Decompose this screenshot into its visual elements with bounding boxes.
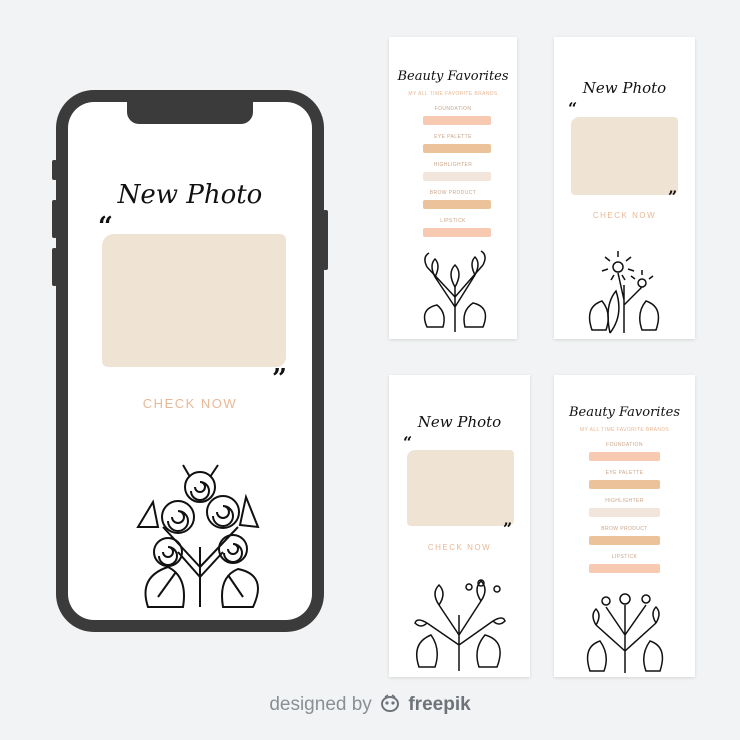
- story-title: New Photo: [417, 413, 502, 431]
- flower-bouquet-illustration: [588, 251, 660, 334]
- photo-placeholder[interactable]: [102, 234, 286, 367]
- item-label-brow-product: BROW PRODUCT: [429, 190, 477, 196]
- item-label-foundation: FOUNDATION: [434, 106, 472, 112]
- item-label-highlighter: HIGHLIGHTER: [605, 498, 644, 504]
- swatch-stroke: [589, 508, 660, 517]
- swatch-stroke: [589, 536, 660, 545]
- close-quote: ”: [503, 519, 513, 538]
- item-label-lipstick: LIPSTICK: [440, 218, 466, 224]
- swatch-stroke: [589, 452, 660, 461]
- open-quote: “: [403, 433, 413, 452]
- photo-placeholder[interactable]: [571, 117, 678, 195]
- story-title: Beauty Favorites: [568, 405, 681, 420]
- phone-power-button: [323, 210, 328, 270]
- flower-bouquet-illustration: [423, 250, 487, 332]
- item-label-foundation: FOUNDATION: [606, 442, 643, 448]
- swatch-stroke: [423, 172, 491, 181]
- story-title: New Photo: [582, 79, 667, 97]
- item-label-highlighter: HIGHLIGHTER: [433, 162, 473, 168]
- close-quote: ”: [272, 364, 287, 394]
- story-title: New Photo: [117, 180, 263, 210]
- phone-mute-button: [52, 160, 57, 180]
- phone-notch: [127, 102, 253, 124]
- phone-volume-up-button: [52, 200, 57, 238]
- swatch-stroke: [423, 200, 491, 209]
- beauty-favorites-story-card[interactable]: Beauty Favorites MY ALL TIME FAVORITE BR…: [554, 375, 695, 677]
- photo-placeholder[interactable]: [407, 450, 514, 526]
- swatch-stroke: [423, 116, 491, 125]
- story-subtitle: MY ALL TIME FAVORITE BRANDS: [408, 91, 498, 97]
- new-photo-story-card[interactable]: New Photo “ ” CHECK NOW: [389, 375, 530, 677]
- new-photo-story-card[interactable]: New Photo “ ” CHECK NOW: [554, 37, 695, 339]
- flower-bouquet-illustration: [414, 579, 506, 671]
- check-now-button[interactable]: CHECK NOW: [68, 396, 312, 411]
- close-quote: ”: [668, 187, 678, 206]
- open-quote: “: [568, 99, 578, 118]
- item-label-eye-palette: EYE PALETTE: [434, 134, 472, 140]
- swatch-stroke: [423, 228, 491, 237]
- swatch-stroke: [589, 480, 660, 489]
- flower-bouquet-illustration: [586, 593, 664, 673]
- story-title: Beauty Favorites: [397, 69, 509, 84]
- swatch-stroke: [423, 144, 491, 153]
- beauty-favorites-story-card[interactable]: Beauty Favorites MY ALL TIME FAVORITE BR…: [389, 37, 517, 339]
- check-now-button[interactable]: CHECK NOW: [389, 543, 530, 552]
- item-label-eye-palette: EYE PALETTE: [605, 470, 644, 476]
- flower-bouquet-illustration: [136, 464, 260, 608]
- freepik-logo-icon: [381, 694, 400, 712]
- swatch-stroke: [589, 564, 660, 573]
- phone-screen: New Photo “ ” CHECK NOW: [68, 102, 312, 620]
- story-subtitle: MY ALL TIME FAVORITE BRANDS: [579, 427, 670, 433]
- watermark-prefix: designed by: [269, 694, 372, 715]
- freepik-watermark: designed by freepik: [0, 694, 740, 716]
- check-now-button[interactable]: CHECK NOW: [554, 211, 695, 220]
- phone-volume-down-button: [52, 248, 57, 286]
- item-label-lipstick: LIPSTICK: [611, 554, 638, 560]
- item-label-brow-product: BROW PRODUCT: [601, 526, 648, 532]
- watermark-brand: freepik: [408, 694, 471, 715]
- phone-mockup: New Photo “ ” CHECK NOW: [52, 90, 328, 632]
